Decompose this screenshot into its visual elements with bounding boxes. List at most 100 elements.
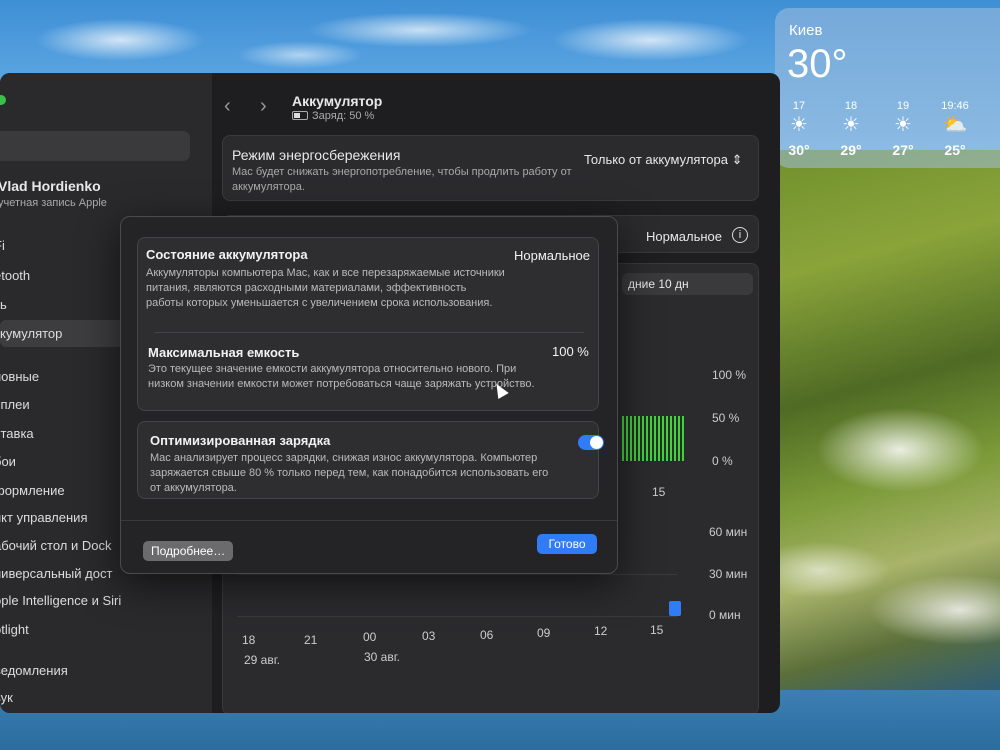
bar [634,416,636,461]
sun-icon: ☀ [894,114,912,136]
forecast-item: 18 ☀ 29° [827,100,875,158]
sidebar-item-siri[interactable]: ople Intelligence и Siri [0,593,121,608]
screen-usage-bar [669,601,681,616]
x-tick-label: 21 [304,633,318,647]
sidebar-item-bluetooth[interactable]: etooth [0,268,30,283]
sidebar-item-notifications[interactable]: ведомления [0,663,68,678]
window-zoom-button[interactable] [0,95,6,105]
power-mode-select[interactable]: Только от аккумулятора ⇕ [584,152,742,168]
sidebar-item-desktop-dock[interactable]: абочий стол и Dock [0,538,111,553]
forecast-temp: 30° [788,142,810,158]
sidebar-item-appearance[interactable]: формление [0,483,65,498]
bar [674,416,676,461]
sidebar-item-control-center[interactable]: нкт управления [0,510,87,525]
bar [622,416,624,461]
x-tick-label: 00 [363,630,377,644]
chevron-updown-icon: ⇕ [731,152,743,167]
optimized-charging-card: Оптимизированная зарядка Mac анализирует… [137,421,604,499]
forecast-item: 19 ☀ 27° [879,100,927,158]
health-info-card: Состояние аккумулятора Нормальное Аккуму… [137,237,599,411]
x-tick-label: 18 [242,633,256,647]
sidebar-item-general[interactable]: новные [0,369,39,384]
page-title: Аккумулятор [292,93,383,109]
forecast-temp: 27° [892,142,914,158]
divider [154,332,584,333]
sun-icon: ☀ [790,114,808,136]
bar [662,416,664,461]
optimized-charging-desc: Mac анализирует процесс зарядки, снижая … [150,452,549,494]
y-tick-label: 0 мин [709,608,741,622]
bar [654,416,656,461]
more-info-button[interactable]: Подробнее… [143,541,234,561]
x-tick-label: 09 [537,626,551,640]
x-tick-label: 06 [480,628,494,642]
forecast-temp: 29° [840,142,862,158]
y-tick-label: 0 % [712,454,733,468]
bar [642,416,644,461]
bar [678,416,680,461]
sidebar-item-screensaver[interactable]: ставка [0,426,34,441]
sidebar-item-wifi[interactable]: Fi [0,238,5,253]
sidebar-item-accessibility[interactable]: ниверсальный дост [0,566,112,581]
forecast-time: 19 [896,100,910,112]
sidebar-item-wallpaper[interactable]: бои [0,454,16,469]
forward-button[interactable]: › [260,95,267,118]
y-tick-label: 100 % [712,368,747,382]
optimized-charging-title: Оптимизированная зарядка [150,433,331,448]
y-tick-label: 30 мин [709,567,748,581]
sun-icon: ☀ [842,114,860,136]
optimized-charging-toggle[interactable] [578,435,604,450]
dialog-divider [121,520,617,521]
charge-label: Заряд: 50 % [312,110,375,122]
done-button[interactable]: Готово [537,534,597,554]
page-subtitle: Заряд: 50 % [292,110,374,122]
power-mode-title: Режим энергосбережения [232,147,401,163]
forecast-item: 17 ☀ 30° [775,100,823,158]
y-tick-label: 50 % [712,411,740,425]
grid-line [237,574,677,575]
back-button[interactable]: ‹ [224,95,231,118]
bar [630,416,632,461]
bar [670,416,672,461]
x-tick-label: 03 [422,629,436,643]
info-icon[interactable]: i [732,227,748,243]
user-name[interactable]: Vlad Hordienko [0,178,101,194]
weather-widget[interactable]: Киев 30° 17 ☀ 30° 18 ☀ 29° 19 ☀ 27° 19:4… [775,8,1000,168]
sidebar-item-sound[interactable]: вук [0,690,13,705]
grid-line [237,616,677,617]
bar [658,416,660,461]
forecast-temp: 25° [944,142,966,158]
bar [650,416,652,461]
weather-temp: 30° [787,42,848,86]
forecast-item: 19:46 ⛅ 25° [931,100,979,158]
date-label: 29 авг. [244,653,280,667]
sunset-icon: ⛅ [942,114,968,136]
bar [682,416,684,461]
bar [666,416,668,461]
x-tick-label: 12 [594,624,608,638]
capacity-desc: Это текущее значение емкости аккумулятор… [148,363,535,390]
sidebar-item-network[interactable]: ть [0,297,7,312]
period-selector[interactable]: дние 10 дн [622,273,753,295]
power-mode-desc: Mac будет снижать энергопотребление, что… [232,166,572,193]
bar [638,416,640,461]
battery-level-bars [622,416,684,461]
wallpaper-landscape [760,150,1000,750]
forecast-time: 18 [844,100,858,112]
battery-icon [292,111,308,120]
state-desc: Аккумуляторы компьютера Mac, как и все п… [146,267,505,309]
x-tick-label: 15 [652,485,666,499]
user-account-label: учетная запись Apple [0,197,107,209]
search-input[interactable] [0,131,190,161]
state-value: Нормальное [514,248,591,263]
sidebar-item-spotlight[interactable]: otlight [0,622,29,637]
forecast-time: 17 [792,100,806,112]
battery-health-dialog: Состояние аккумулятора Нормальное Аккуму… [120,216,618,574]
y-tick-label: 60 мин [709,525,748,539]
state-title: Состояние аккумулятора [146,247,308,262]
bar [646,416,648,461]
capacity-title: Максимальная емкость [148,345,300,360]
capacity-value: 100 % [552,344,589,359]
bar [626,416,628,461]
sidebar-item-displays[interactable]: сплеи [0,397,30,412]
